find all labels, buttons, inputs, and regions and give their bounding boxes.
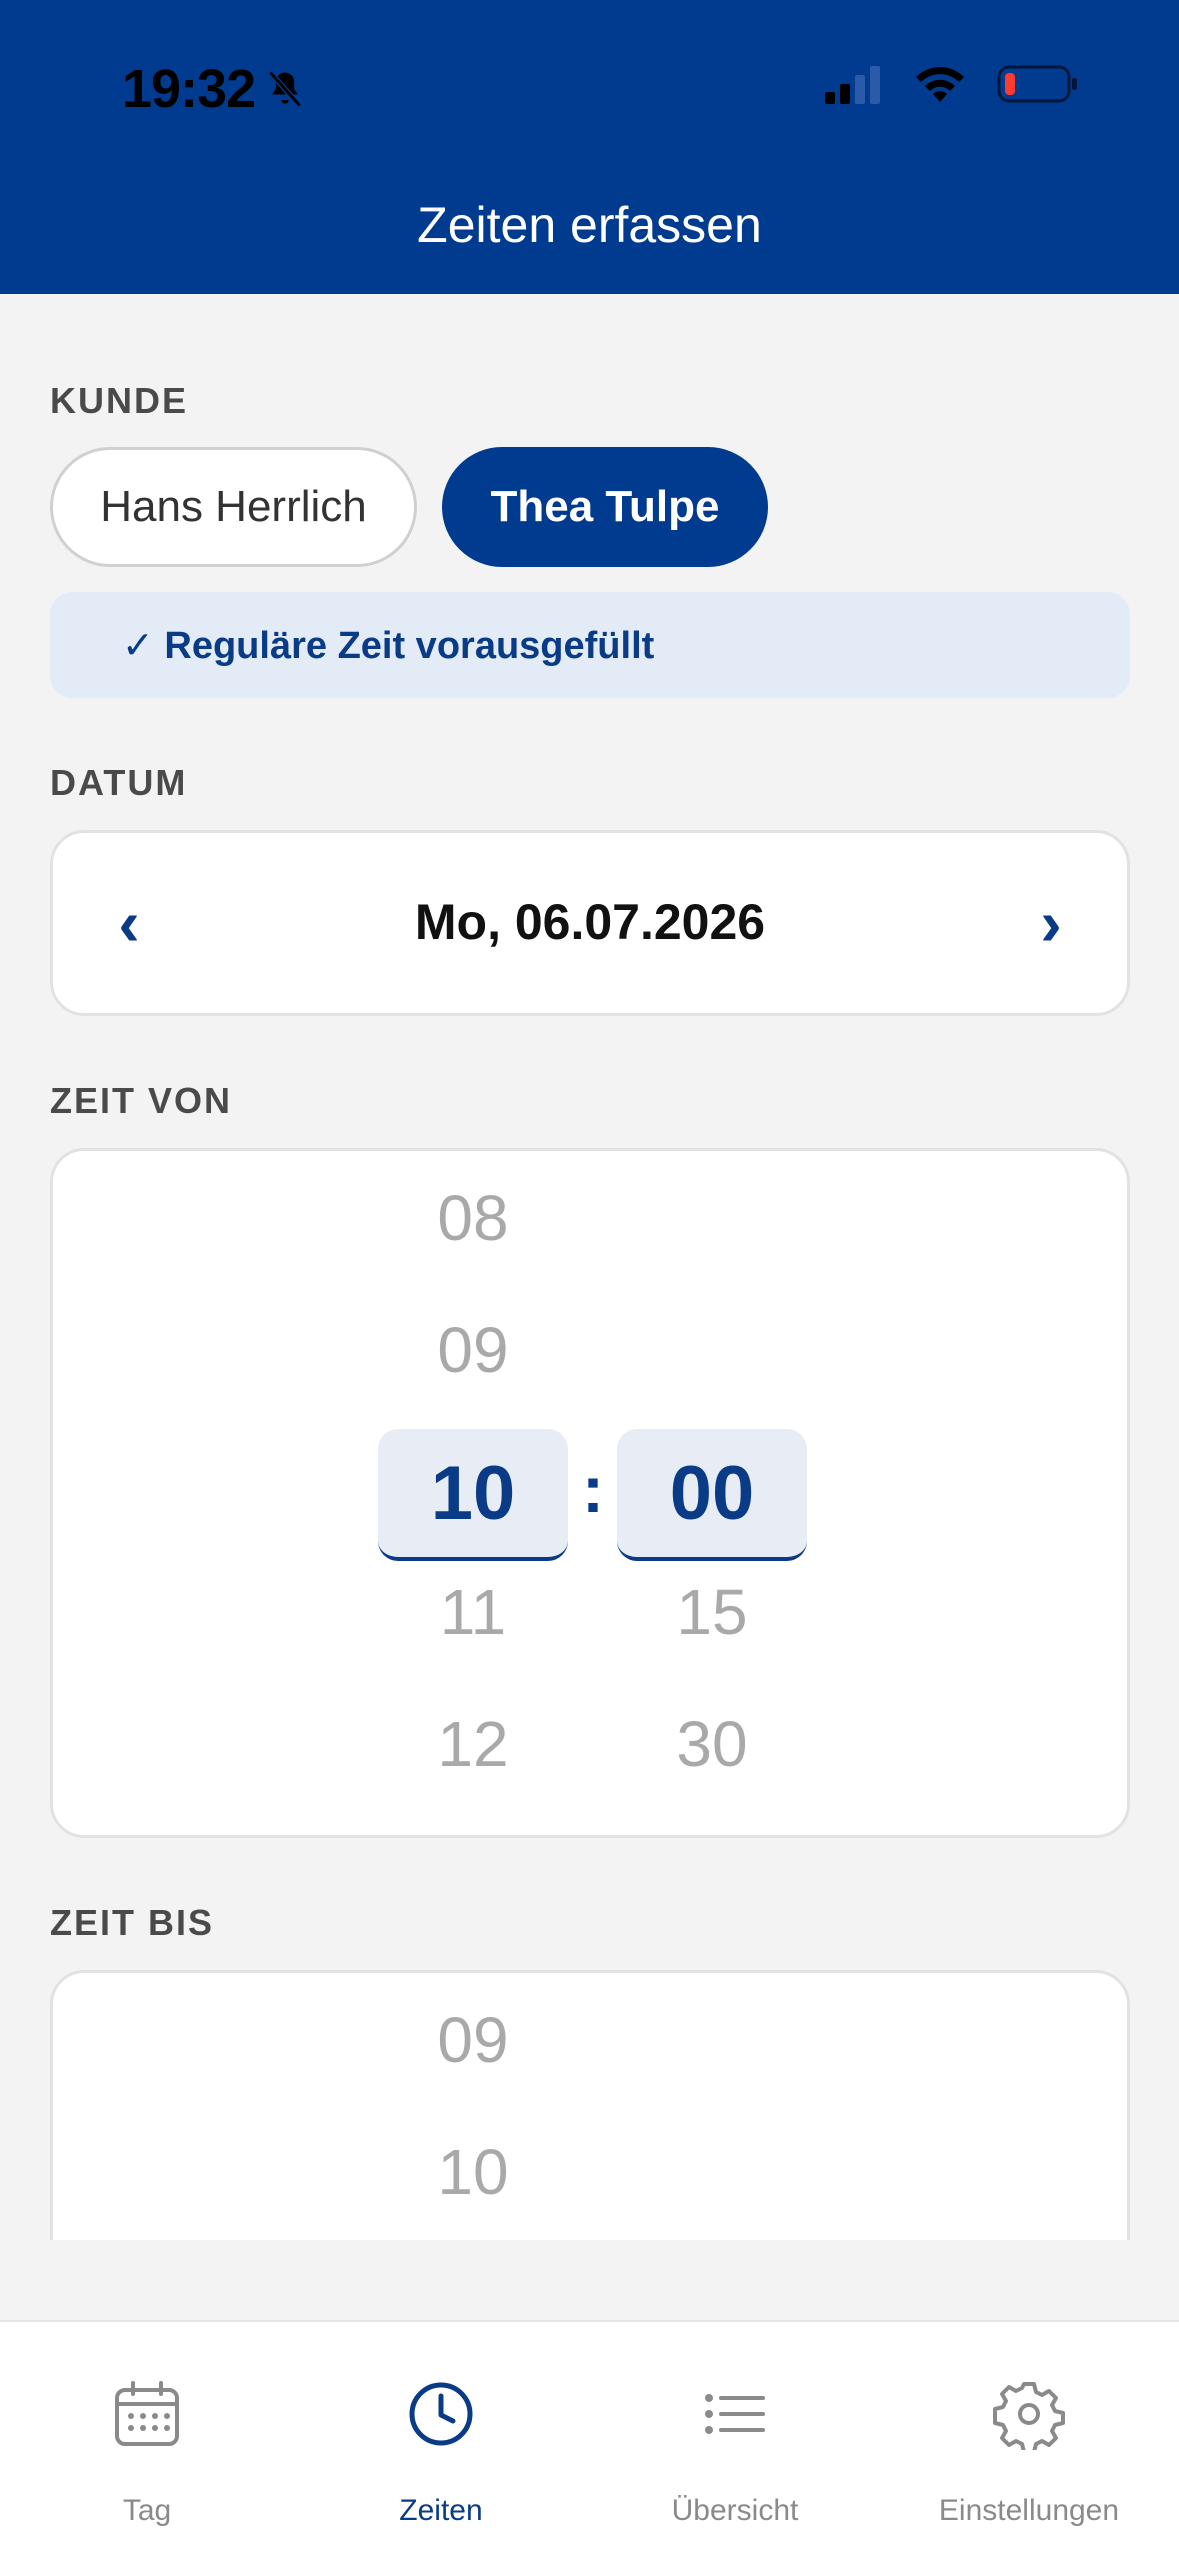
zeit-von-picker[interactable]: 08 09 10 : 00 11 12 15 30 bbox=[50, 1148, 1130, 1838]
selected-minute[interactable]: 00 bbox=[617, 1429, 807, 1561]
tab-uebersicht[interactable]: Übersicht bbox=[588, 2322, 882, 2556]
zeit-bis-picker[interactable]: 09 10 bbox=[50, 1970, 1130, 2240]
tab-zeiten-label: Zeiten bbox=[399, 2494, 483, 2527]
tab-tag-label: Tag bbox=[122, 2494, 172, 2527]
minute-option[interactable]: 15 bbox=[617, 1575, 807, 1649]
gear-icon bbox=[993, 2382, 1065, 2450]
tab-tag[interactable]: Tag bbox=[0, 2322, 294, 2556]
page-title: Zeiten erfassen bbox=[417, 197, 762, 253]
app-screen: 19:32 Zeiten erfassen KUNDE Hans Herrlic… bbox=[0, 0, 1179, 2556]
hour-option[interactable]: 08 bbox=[378, 1181, 568, 1255]
customer-chip-thea-tulpe[interactable]: Thea Tulpe bbox=[442, 447, 768, 567]
selected-hour[interactable]: 10 bbox=[378, 1429, 568, 1561]
clock-icon bbox=[409, 2382, 473, 2446]
minute-option[interactable]: 30 bbox=[617, 1707, 807, 1781]
hour-option[interactable]: 09 bbox=[378, 1313, 568, 1387]
zeit-von-label: ZEIT VON bbox=[50, 1080, 233, 1121]
tab-einstellungen-label: Einstellungen bbox=[938, 2494, 1120, 2527]
hour-option[interactable]: 09 bbox=[378, 2003, 568, 2077]
customer-chip-hans-herrlich[interactable]: Hans Herrlich bbox=[50, 447, 417, 567]
wifi-icon bbox=[916, 67, 964, 102]
header-bar: 19:32 Zeiten erfassen bbox=[0, 0, 1179, 294]
status-bar-time: 19:32 bbox=[122, 58, 307, 120]
date-selector: ‹ Mo, 06.07.2026 › bbox=[50, 830, 1130, 1016]
tab-einstellungen[interactable]: Einstellungen bbox=[882, 2322, 1176, 2556]
status-bar-icons bbox=[823, 64, 1079, 104]
hour-option[interactable]: 11 bbox=[378, 1575, 568, 1649]
zeit-bis-label: ZEIT BIS bbox=[50, 1902, 215, 1943]
tab-uebersicht-label: Übersicht bbox=[671, 2494, 799, 2527]
list-icon bbox=[705, 2394, 765, 2434]
hour-option[interactable]: 12 bbox=[378, 1707, 568, 1781]
date-value[interactable]: Mo, 06.07.2026 bbox=[53, 893, 1127, 951]
calendar-icon bbox=[115, 2381, 179, 2446]
datum-label: DATUM bbox=[50, 762, 188, 803]
hour-option[interactable]: 10 bbox=[378, 2135, 568, 2209]
next-day-button[interactable]: › bbox=[1011, 883, 1091, 963]
prefill-info-banner: ✓ Reguläre Zeit vorausgefüllt bbox=[50, 592, 1130, 698]
kunde-label: KUNDE bbox=[50, 380, 189, 421]
bottom-tab-bar: Tag Zeiten Übersicht Einstellungen bbox=[0, 2320, 1179, 2556]
signal-icon bbox=[825, 66, 880, 104]
time-separator: : bbox=[582, 1452, 604, 1526]
tab-zeiten[interactable]: Zeiten bbox=[294, 2322, 588, 2556]
bell-muted-icon bbox=[268, 70, 302, 108]
battery-low-icon bbox=[997, 65, 1077, 103]
clock-text: 19:32 bbox=[122, 59, 256, 119]
